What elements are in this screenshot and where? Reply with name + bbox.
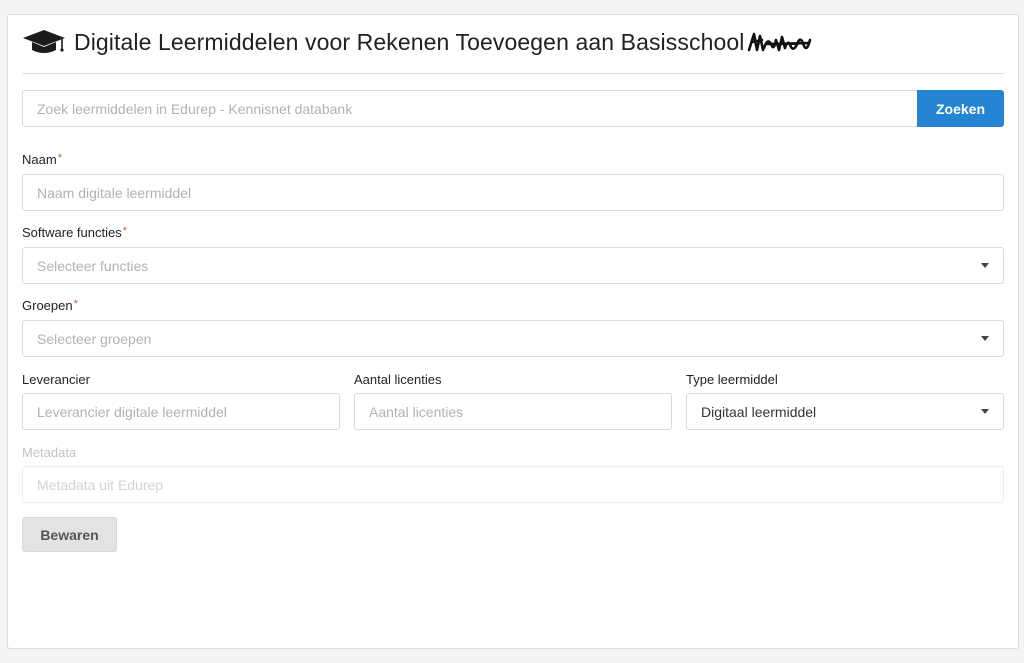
required-mark: *	[73, 298, 78, 310]
type-leermiddel-label: Type leermiddel	[686, 372, 778, 387]
search-button[interactable]: Zoeken	[917, 90, 1004, 127]
software-functies-select[interactable]: Selecteer functies	[22, 247, 1004, 284]
naam-field[interactable]	[22, 174, 1004, 211]
software-functies-label: Software functies*	[22, 225, 127, 240]
graduation-cap-icon	[23, 30, 65, 53]
aantal-licenties-label: Aantal licenties	[354, 372, 442, 387]
dropdown-caret-icon	[981, 409, 989, 414]
naam-label: Naam*	[22, 152, 62, 167]
type-leermiddel-select[interactable]: Digitaal leermiddel	[686, 393, 1004, 430]
dropdown-caret-icon	[981, 263, 989, 268]
groepen-label-text: Groepen	[22, 298, 73, 313]
groepen-label: Groepen*	[22, 298, 78, 313]
header-divider	[22, 73, 1004, 74]
redacted-name-scribble	[748, 32, 812, 52]
metadata-label: Metadata	[22, 445, 77, 460]
search-input[interactable]	[22, 90, 917, 127]
page-title: Digitale Leermiddelen voor Rekenen Toevo…	[74, 28, 745, 55]
type-leermiddel-value: Digitaal leermiddel	[701, 403, 817, 420]
leverancier-label: Leverancier	[22, 372, 90, 387]
edurep-search-bar: Zoeken	[22, 90, 1004, 127]
required-mark: *	[122, 225, 127, 237]
groepen-placeholder: Selecteer groepen	[37, 330, 152, 347]
save-button[interactable]: Bewaren	[22, 517, 117, 552]
dropdown-caret-icon	[981, 336, 989, 341]
naam-label-text: Naam	[22, 152, 57, 167]
required-mark: *	[57, 152, 62, 164]
aantal-licenties-field[interactable]	[354, 393, 672, 430]
leverancier-field[interactable]	[22, 393, 340, 430]
groepen-select[interactable]: Selecteer groepen	[22, 320, 1004, 357]
software-functies-label-text: Software functies	[22, 225, 122, 240]
software-functies-placeholder: Selecteer functies	[37, 257, 149, 274]
metadata-field	[22, 466, 1004, 503]
page-header: Digitale Leermiddelen voor Rekenen Toevo…	[22, 26, 812, 58]
